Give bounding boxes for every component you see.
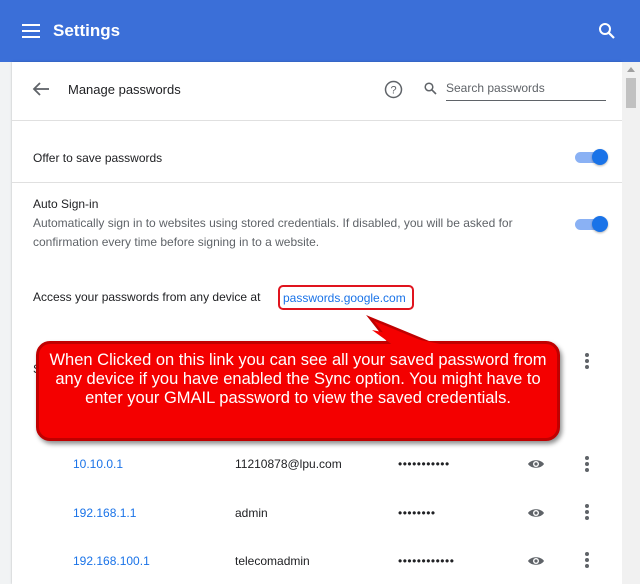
passwords-google-link[interactable]: passwords.google.com <box>278 285 414 310</box>
help-icon[interactable]: ? <box>384 80 403 99</box>
app-header: Settings <box>0 0 640 62</box>
divider <box>12 182 622 183</box>
password-username: 11210878@lpu.com <box>235 457 342 471</box>
show-password-icon[interactable] <box>527 458 545 470</box>
svg-text:?: ? <box>390 85 396 97</box>
show-password-icon[interactable] <box>527 507 545 519</box>
password-site[interactable]: 10.10.0.1 <box>73 457 123 471</box>
app-title: Settings <box>53 21 121 40</box>
scroll-up-icon[interactable] <box>627 67 635 72</box>
page-title: Manage passwords <box>68 82 181 97</box>
annotation-callout: When Clicked on this link you can see al… <box>36 341 560 441</box>
scroll-thumb[interactable] <box>626 78 636 108</box>
password-masked: ••••••••••• <box>398 457 450 471</box>
search-passwords-icon <box>424 82 437 95</box>
show-password-icon[interactable] <box>527 555 545 567</box>
callout-joint <box>372 330 440 346</box>
divider <box>12 120 622 121</box>
access-passwords-text: Access your passwords from any device at <box>33 290 261 304</box>
back-arrow-icon[interactable] <box>32 81 50 97</box>
password-site[interactable]: 192.168.1.1 <box>73 506 136 520</box>
password-masked: •••••••• <box>398 506 436 520</box>
more-actions-icon[interactable] <box>585 552 589 568</box>
more-actions-icon[interactable] <box>585 504 589 520</box>
auto-signin-description: Automatically sign in to websites using … <box>33 216 513 249</box>
scrollbar[interactable] <box>622 62 640 584</box>
search-icon[interactable] <box>598 22 616 40</box>
more-actions-icon[interactable] <box>585 353 589 369</box>
offer-to-save-label: Offer to save passwords <box>33 151 163 165</box>
hamburger-menu-icon[interactable] <box>22 24 40 38</box>
password-username: telecomadmin <box>235 554 310 568</box>
auto-signin-label: Auto Sign-in <box>33 197 99 211</box>
password-masked: •••••••••••• <box>398 554 455 568</box>
search-passwords-input[interactable] <box>446 76 606 101</box>
more-actions-icon[interactable] <box>585 456 589 472</box>
auto-signin-toggle[interactable] <box>575 216 608 232</box>
password-username: admin <box>235 506 268 520</box>
offer-to-save-toggle[interactable] <box>575 149 608 165</box>
password-site[interactable]: 192.168.100.1 <box>73 554 150 568</box>
